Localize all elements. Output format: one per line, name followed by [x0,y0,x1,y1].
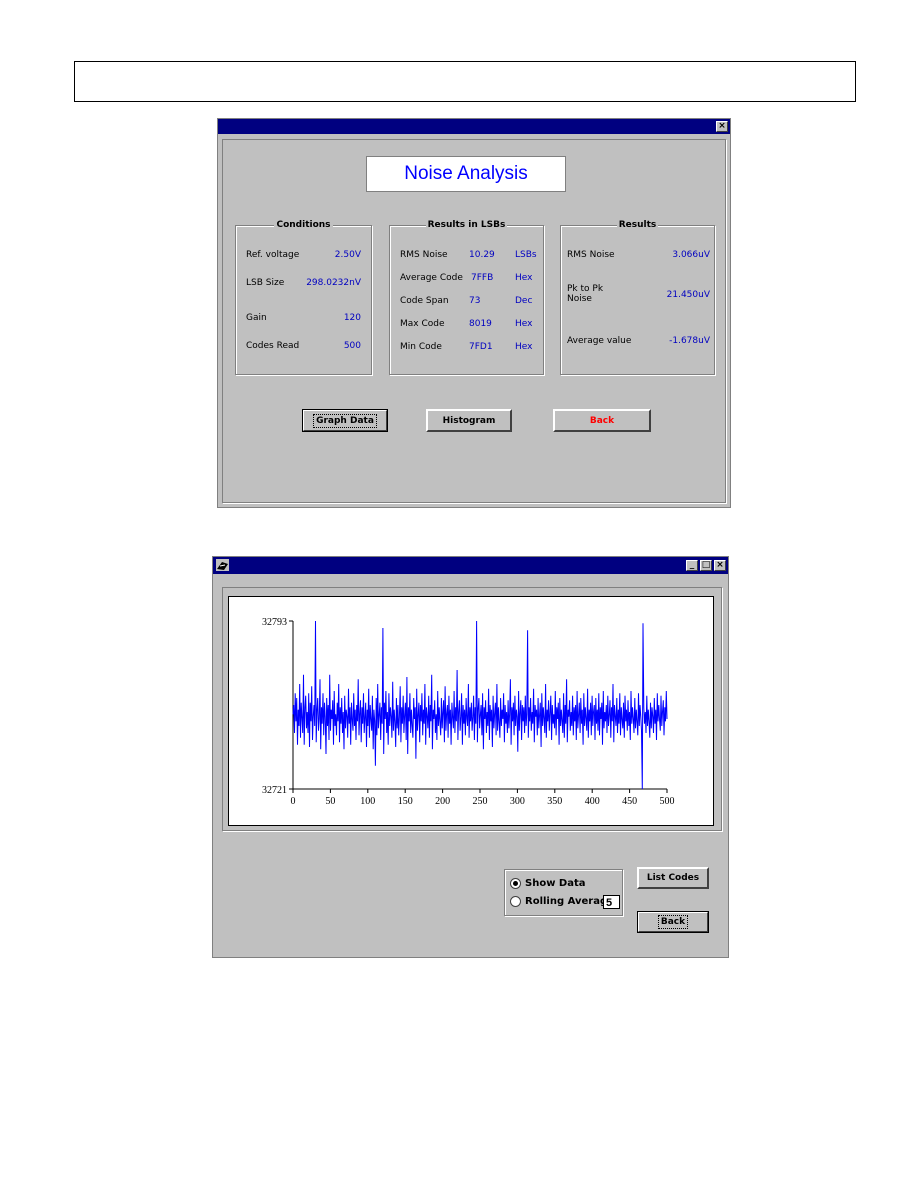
rms-noise-value: 3.066uV [672,250,710,260]
lsb-size-label: LSB Size [246,278,285,288]
average-value-value: -1.678uV [669,336,710,346]
x-tick-label: 200 [435,796,450,807]
rms-noise-lsb-unit: LSBs [515,250,537,260]
gain-label: Gain [246,313,267,323]
chart-area: 32793 32721 0 50 100 150 200 250 300 350 400 450 500 [228,596,714,826]
x-tick-label: 450 [622,796,637,807]
results-lsbs-group-title: Results in LSBs [425,220,508,230]
rolling-average-radio[interactable]: Rolling Average [510,896,614,907]
noise-series-line [292,620,668,790]
radio-selected-icon [510,878,521,889]
chart-panel: 32793 32721 0 50 100 150 200 250 300 350 400 450 500 [222,587,722,831]
y-tick-label: 32721 [262,785,287,796]
rms-noise-lsb-value: 10.29 [469,250,495,260]
conditions-group: Conditions Ref. voltage 2.50V LSB Size 2… [235,220,372,375]
histogram-label: Histogram [442,415,496,426]
noise-window-titlebar: × [218,119,730,134]
y-tick-label: 32793 [262,617,287,628]
min-code-label: Min Code [400,342,442,352]
display-options-group: Show Data Rolling Average 5 [504,869,623,916]
pk-to-pk-label: Pk to Pk Noise [567,284,604,304]
noise-analysis-window: × Noise Analysis Conditions Ref. voltage… [217,118,731,508]
x-tick-label: 150 [398,796,413,807]
graph-data-label: Graph Data [313,413,377,428]
min-code-unit: Hex [515,342,533,352]
code-span-unit: Dec [515,296,533,306]
code-span-value: 73 [469,296,481,306]
lsb-size-value: 298.0232nV [306,278,361,288]
ref-voltage-value: 2.50V [334,250,361,260]
maximize-icon[interactable]: □ [700,560,712,571]
x-tick-label: 250 [473,796,488,807]
histogram-button[interactable]: Histogram [426,409,512,432]
rolling-average-label: Rolling Average [525,896,614,907]
rolling-average-input[interactable]: 5 [603,895,620,909]
close-icon[interactable]: × [716,121,728,132]
x-tick-label: 50 [325,796,335,807]
radio-unselected-icon [510,896,521,907]
average-code-value: 7FFB [471,273,494,283]
results-lsbs-group: Results in LSBs RMS Noise 10.29 LSBs Ave… [389,220,544,375]
rms-noise-lsb-label: RMS Noise [400,250,448,260]
list-codes-button[interactable]: List Codes [637,867,709,889]
codes-read-label: Codes Read [246,341,300,351]
gain-value: 120 [343,313,361,323]
minimize-icon[interactable]: _ [686,560,698,571]
average-value-label: Average value [567,336,632,346]
average-code-label: Average Code [400,273,463,283]
results-group: Results RMS Noise 3.066uV Pk to Pk Noise… [560,220,715,375]
graph-window-titlebar: _ □ × [213,557,728,574]
list-codes-label: List Codes [646,873,700,883]
app-icon [216,559,229,571]
average-code-unit: Hex [515,273,533,283]
results-group-title: Results [616,220,659,230]
rms-noise-label: RMS Noise [567,250,615,260]
back-button[interactable]: Back [553,409,651,432]
max-code-value: 8019 [469,319,492,329]
x-tick-label: 350 [547,796,562,807]
max-code-label: Max Code [400,319,445,329]
header-box [74,61,856,102]
back-label: Back [589,415,615,426]
graph-back-button[interactable]: Back [637,911,709,933]
show-data-label: Show Data [525,878,586,889]
x-tick-label: 500 [660,796,675,807]
x-tick-label: 300 [510,796,525,807]
noise-chart: 32793 32721 0 50 100 150 200 250 300 350 400 450 500 [262,617,675,807]
show-data-radio[interactable]: Show Data [510,878,586,889]
page-title: Noise Analysis [366,156,566,192]
page-title-text: Noise Analysis [404,163,528,184]
ref-voltage-label: Ref. voltage [246,250,300,260]
graph-data-button[interactable]: Graph Data [302,409,388,432]
x-tick-label: 100 [360,796,375,807]
graph-back-label: Back [657,915,689,929]
max-code-unit: Hex [515,319,533,329]
x-tick-label: 400 [585,796,600,807]
min-code-value: 7FD1 [469,342,493,352]
code-span-label: Code Span [400,296,449,306]
codes-read-value: 500 [343,341,361,351]
conditions-group-title: Conditions [274,220,333,230]
pk-to-pk-value: 21.450uV [666,290,710,300]
x-tick-label: 0 [291,796,296,807]
graph-data-window: _ □ × 32793 32721 0 50 100 150 200 250 300 350 400… [212,556,729,958]
close-icon[interactable]: × [714,560,726,571]
